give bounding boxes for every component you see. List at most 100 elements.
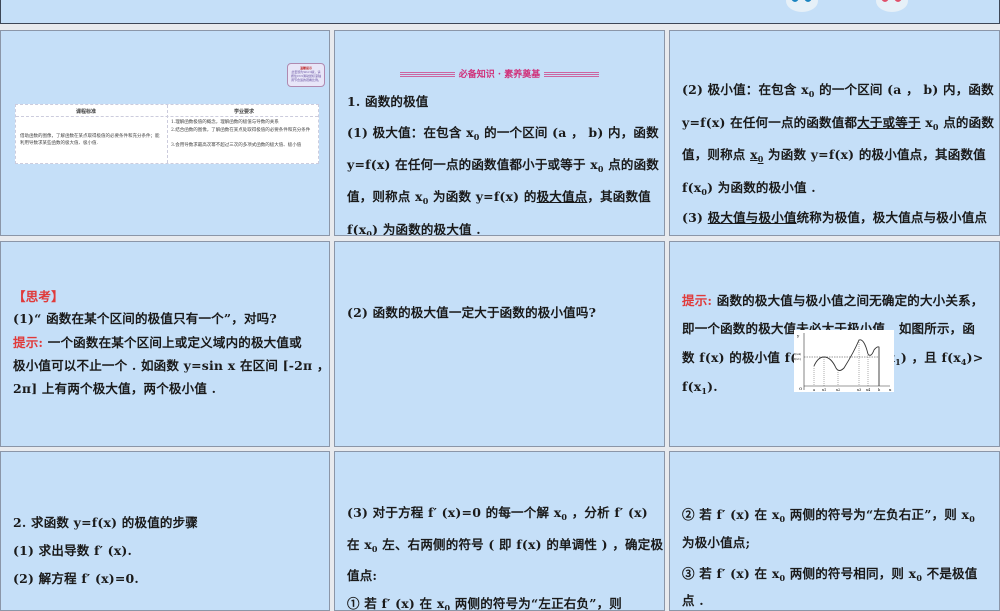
graph-ytick: f(x1) [794,357,801,361]
text-segment: (2) 解方程 f′ (x)=0. [13,571,139,586]
note-text: 此套题为Word版，请按住Ctrl滑动鼠标滚轴调节合适的观看比例。 [290,70,321,82]
text-line: 【思考】 [13,286,64,305]
slide-thumbnail-6[interactable]: 提示: 函数的极大值与极小值之间无确定的大小关系， 即一个函数的极大值未必大于极小… [669,241,1000,447]
table-header: 学业要求 [234,109,255,115]
text-line: 提示: 函数的极大值与极小值之间无确定的大小关系， [682,290,983,309]
tip-note: 温馨提示 此套题为Word版，请按住Ctrl滑动鼠标滚轴调节合适的观看比例。 [287,63,325,87]
text-line: ② 若 f′ (x) 在 x0 两侧的符号为“左负右正”，则 x0 [682,504,975,524]
text-segment: )> [966,350,984,365]
text-segment: 2. 求函数 y=f(x) 的极值的步骤 [13,515,199,530]
graph-tick: x4 [866,388,871,392]
text-line: 值，则称点 x0 为函数 y=f(x) 的极小值点，其函数值 [682,144,986,164]
text-line: 在 x0 左、右两侧的符号 ( 即 f(x) 的单调性 ) ，确定极 [347,534,663,554]
text-segment: 数 f(x) 的极小值 f(x [682,350,804,365]
text-segment: (1)“ 函数在某个区间的极值只有一个”，对吗? [13,311,277,326]
text-segment: 值，则称点 [682,147,751,162]
graph-tick: x2 [836,388,840,392]
table-cell: 1.理解函数极值的概念，理解函数的极值与导数的关系 [171,120,279,125]
slide-thumbnail-2[interactable]: 必备知识 · 素养奠基 1. 函数的极值 (1) 极大值：在包含 x0 的一个区间… [334,30,665,236]
text-line: ③ 若 f′ (x) 在 x0 两侧的符号相同，则 x0 不是极值 [682,563,977,583]
text-line: 为极小值点; [682,532,750,551]
text-line: y=f(x) 在任何一点的函数值都大于或等于 x0 点的函数 [682,112,994,132]
section-header-text: 必备知识 · 素养奠基 [458,70,541,80]
graph-x-label: x [889,387,892,392]
text-segment: 为极小值点; [682,535,751,550]
text-line: (1) 求出导数 f′ (x). [13,540,132,559]
text-line: 值点: [347,565,377,584]
text-segment: 值点: [347,568,378,583]
text-line: y=f(x) 在任何一点的函数值都小于或等于 x0 点的函数 [347,154,659,174]
text-segment: ① 若 f′ (x) 在 x [347,596,445,611]
text-line: 2. 求函数 y=f(x) 的极值的步骤 [13,512,198,531]
slide-thumbnail-7[interactable]: 2. 求函数 y=f(x) 的极值的步骤 (1) 求出导数 f′ (x). (2) … [0,451,330,611]
text-line: f(x1). [682,379,718,396]
text-segment: 2π] 上有两个极大值，两个极小值 . [13,381,217,396]
text-segment: 极大值与极小值 [707,210,797,225]
text-line: 值，则称点 x0 为函数 y=f(x) 的极大值点，其函数值 [347,186,651,206]
table-header: 课程标准 [76,109,97,115]
text-line: (1) 极大值：在包含 x0 的一个区间 (a ， b) 内，函数 [347,122,659,142]
text-segment: 大于或等于 [857,115,921,130]
function-curve [813,339,880,386]
text-segment: 点 . [682,593,704,608]
text-segment: ，分析 f′ (x) [567,505,648,520]
text-segment: (3) 对于方程 f′ (x)=0 的每一个解 x [347,505,562,520]
text-segment: 函数的极大值与极小值之间无确定的大小关系， [716,293,984,308]
text-segment: 左、右两侧的符号 ( 即 f(x) 的单调性 ) ，确定极 [377,537,664,552]
text-segment: f(x [682,180,702,195]
text-segment: ) ，且 f(x [900,350,961,365]
table-cell: 2.结合函数的图像，了解函数在某点处取得极值的必要条件和充分条件 [171,128,311,133]
text-segment: 统称为极值，极大值点与极小值点 [796,210,988,225]
text-line: (3) 极大值与极小值统称为极值，极大值点与极小值点 [682,207,987,226]
text-segment: 为函数 y=f(x) 的极小值点，其函数值 [763,147,986,162]
text-segment: f(x [682,379,702,394]
function-graph-svg: y O x a x1 x2 x3 x4 b f(x4) f(x1) [794,333,892,392]
text-segment: 不是极值 [922,566,978,581]
graph-origin-label: O [799,386,803,391]
text-line: 1. 函数的极值 [347,91,429,110]
text-line: 提示: 一个函数在某个区间上或定义域内的极大值或 [13,332,302,351]
text-line: (1)“ 函数在某个区间的极值只有一个”，对吗? [13,308,277,327]
slide-thumbnail-5[interactable]: (2) 函数的极大值一定大于函数的极小值吗? [334,241,665,447]
table-cell: 借助函数的图像，了解函数在某点取得极值的必要条件和充分条件；能利用导数求某些函数… [20,134,160,146]
text-segment: (2) 极小值：在包含 x [682,82,809,97]
text-segment: 的一个区间 (a ， b) 内，函数 [479,125,659,140]
text-line: (2) 函数的极大值一定大于函数的极小值吗? [347,302,596,321]
previous-slide-strip[interactable] [0,0,1000,24]
slide-thumbnail-3[interactable]: (2) 极小值：在包含 x0 的一个区间 (a ， b) 内，函数 y=f(x) … [669,30,1000,236]
highlight-label: 提示: [682,293,717,308]
slide-thumbnail-4[interactable]: 【思考】 (1)“ 函数在某个区间的极值只有一个”，对吗? 提示: 一个函数在某个区… [0,241,330,447]
text-segment: (1) 求出导数 f′ (x). [13,543,133,558]
text-segment: ③ 若 f′ (x) 在 x [682,566,780,581]
text-segment: y=f(x) 在任何一点的函数值都小于或等于 x [347,157,598,172]
text-segment: ，其函数值 [587,189,651,204]
text-segment: 为函数 y=f(x) 的 [428,189,537,204]
graph-tick: a [813,388,815,392]
text-line: 2π] 上有两个极大值，两个极小值 . [13,378,216,397]
text-segment: 在 x [347,537,372,552]
text-segment: 极小值可以不止一个 . 如函数 y=sin x 在区间 [-2π ， [13,358,330,373]
slide-thumbnail-8[interactable]: (3) 对于方程 f′ (x)=0 的每一个解 x0 ，分析 f′ (x) 在 x… [334,451,665,611]
function-graph: y O x a x1 x2 x3 x4 b f(x4) f(x1) [794,330,894,392]
text-segment: ② 若 f′ (x) 在 x [682,507,780,522]
graph-y-label: y [796,333,800,338]
graph-ytick: f(x4) [794,352,801,356]
slide-thumbnail-9[interactable]: ② 若 f′ (x) 在 x0 两侧的符号为“左负右正”，则 x0 为极小值点; ③… [669,451,1000,611]
highlight-label: 提示: [13,335,48,350]
text-segment: 1. 函数的极值 [347,94,429,109]
graph-tick: x3 [857,388,861,392]
section-header: 必备知识 · 素养奠基 [335,67,664,80]
text-segment: ) 为函数的极小值 . [707,180,816,195]
highlight-label: 【思考】 [13,289,64,304]
blue-decoration-icon [786,0,818,12]
text-segment: 两侧的符号相同，则 x [785,566,917,581]
text-segment: 一个函数在某个区间上或定义域内的极大值或 [47,335,302,350]
text-segment: 值，则称点 x [347,189,423,204]
text-segment: 两侧的符号为“左正右负”，则 [450,596,622,611]
table-cell: 3.会用导数求最高次幂不超过三次的多项式函数的极大值、极小值 [171,143,302,148]
slide-thumbnail-1[interactable]: 温馨提示 此套题为Word版，请按住Ctrl滑动鼠标滚轴调节合适的观看比例。 课… [0,30,330,236]
text-line: (3) 对于方程 f′ (x)=0 的每一个解 x0 ，分析 f′ (x) [347,502,648,522]
text-segment: ). [707,379,718,394]
text-segment: y=f(x) 在任何一点的函数值都 [682,115,858,130]
text-line: (2) 极小值：在包含 x0 的一个区间 (a ， b) 内，函数 [682,79,994,99]
